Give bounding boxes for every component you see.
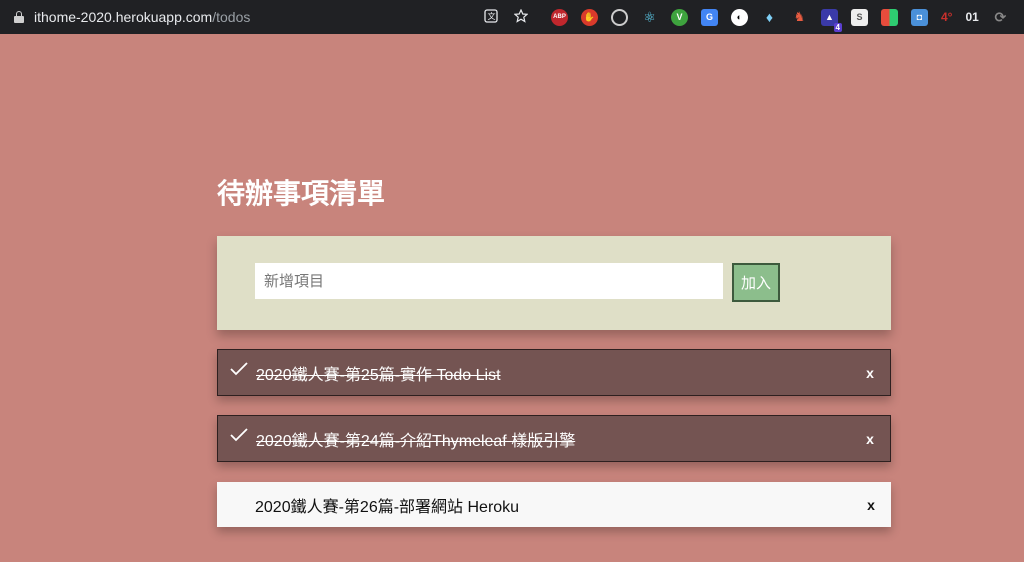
todo-text: 2020鐵人賽-第24篇-介紹Thymeleaf 樣版引擎 — [256, 432, 576, 450]
translate-icon[interactable]: 文 — [483, 8, 499, 26]
check-icon — [230, 428, 248, 442]
url-path: /todos — [212, 9, 251, 25]
google-translate-icon[interactable]: G — [701, 8, 718, 26]
url-host: ithome-2020.herokuapp.com — [34, 9, 213, 25]
check-icon — [230, 362, 248, 376]
extension-text-b[interactable]: 01 — [965, 10, 978, 24]
s-extension-label: S — [856, 12, 863, 22]
vue-shield-icon[interactable]: V — [671, 8, 688, 26]
delete-button[interactable]: x — [864, 431, 876, 447]
fox-icon[interactable]: ♞ — [791, 8, 808, 26]
lock-icon[interactable] — [14, 11, 24, 23]
svg-text:文: 文 — [488, 11, 496, 21]
delete-button[interactable]: x — [865, 497, 877, 513]
todo-item-pending[interactable]: 2020鐵人賽-第26篇-部署網站 Heroku x — [217, 482, 891, 527]
s-extension-icon[interactable]: S — [851, 8, 868, 26]
browser-toolbar: ithome-2020.herokuapp.com/todos 文 ABP ✋ … — [0, 0, 1024, 34]
todo-text: 2020鐵人賽-第26篇-部署網站 Heroku — [255, 498, 520, 516]
target-icon[interactable] — [611, 8, 628, 26]
extension-text-a[interactable]: 4° — [941, 10, 952, 24]
todo-text: 2020鐵人賽-第25篇-實作 Todo List — [256, 366, 501, 384]
todo-item-done[interactable]: 2020鐵人賽-第25篇-實作 Todo List x — [217, 349, 891, 396]
todo-item-done[interactable]: 2020鐵人賽-第24篇-介紹Thymeleaf 樣版引擎 x — [217, 415, 891, 462]
graduation-cap-icon[interactable]: ▲ 4 — [821, 8, 842, 32]
grid-color-icon[interactable] — [881, 8, 898, 26]
adblock-plus-icon[interactable]: ABP — [551, 8, 568, 26]
sync-icon[interactable]: ⟳ — [991, 8, 1009, 26]
window-icon[interactable]: ◘ — [911, 8, 928, 26]
bookmark-star-icon[interactable] — [513, 8, 529, 26]
adblock-label: ABP — [553, 14, 566, 20]
hand-stop-icon[interactable]: ✋ — [581, 8, 598, 26]
page-title: 待辦事項清單 — [217, 178, 386, 209]
new-item-input[interactable] — [255, 263, 723, 299]
delete-button[interactable]: x — [864, 365, 876, 381]
dark-mode-icon[interactable]: ◐ — [731, 8, 748, 26]
extensions-bar: ABP ✋ ⚛ V G ◐ ♦ ♞ ▲ 4 S ◘ 4° 01 ⟳ — [551, 8, 1009, 32]
address-bar[interactable]: ithome-2020.herokuapp.com/todos 文 — [4, 4, 539, 30]
react-devtools-icon[interactable]: ⚛ — [641, 8, 658, 26]
diamond-icon[interactable]: ♦ — [761, 8, 778, 26]
extension-badge: 4 — [833, 22, 842, 32]
add-item-panel: 加入 — [217, 236, 891, 330]
add-button[interactable]: 加入 — [732, 263, 780, 302]
